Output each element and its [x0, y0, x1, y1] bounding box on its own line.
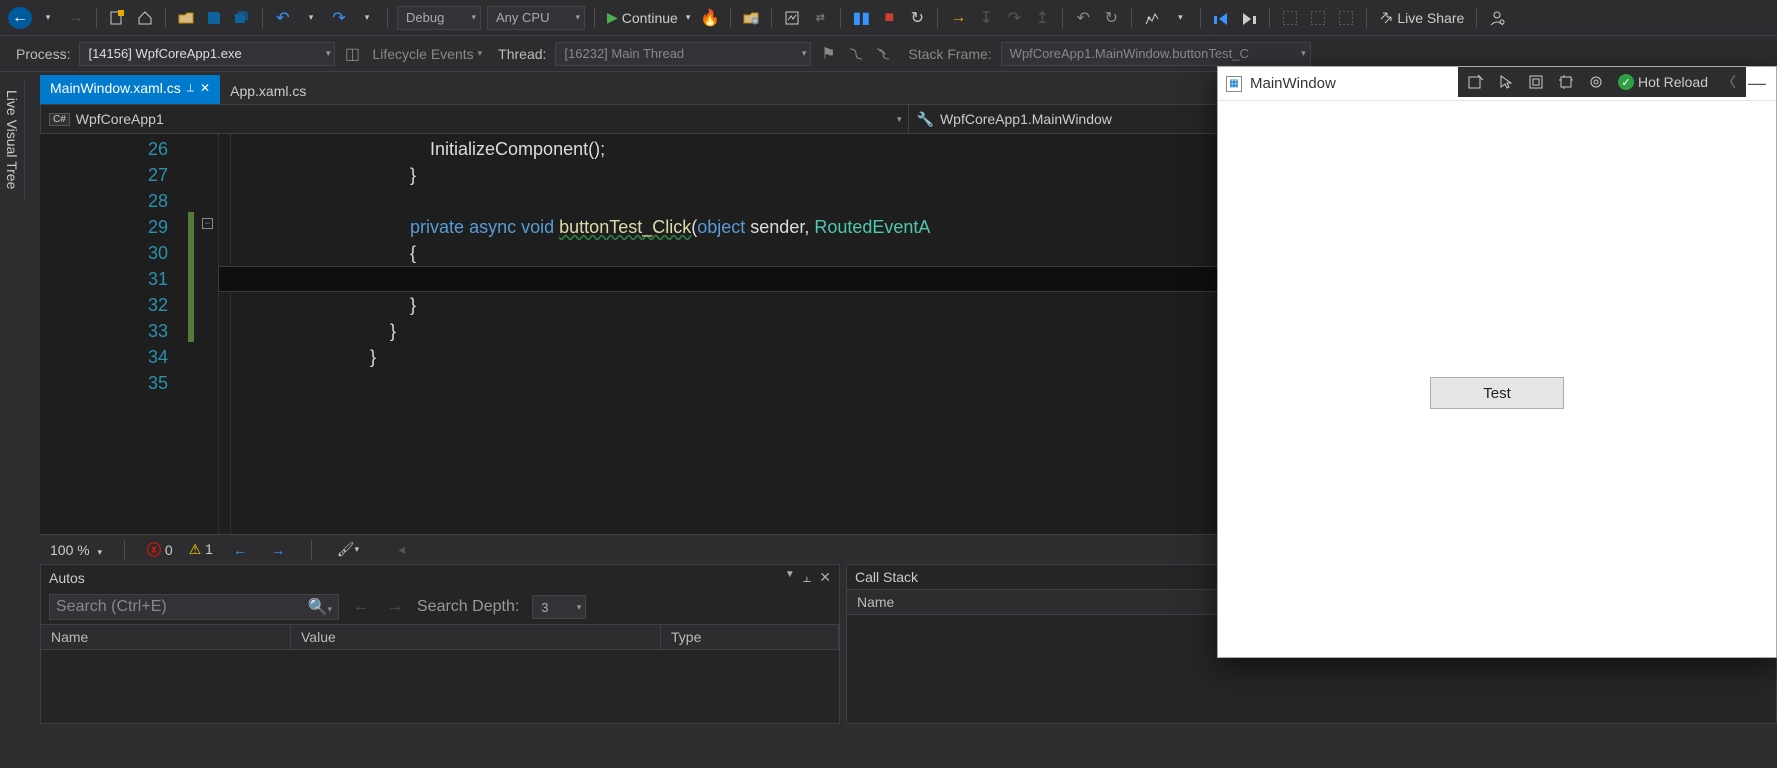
platform-combo[interactable]: Any CPU — [487, 6, 585, 30]
close-icon[interactable]: ✕ — [819, 569, 831, 586]
diag-icon[interactable] — [780, 6, 804, 30]
next-issue-icon[interactable]: → — [267, 542, 289, 558]
brush-icon[interactable]: 🖌▾ — [336, 538, 360, 562]
depth-label: Search Depth: — [417, 598, 519, 616]
tab-mainwindow-cs[interactable]: MainWindow.xaml.cs ⟂ ✕ — [40, 75, 220, 104]
autos-search[interactable]: Search (Ctrl+E) 🔍▾ — [49, 594, 339, 620]
fold-icon[interactable]: − — [202, 218, 213, 229]
threads2-icon[interactable] — [872, 42, 896, 66]
test-button[interactable]: Test — [1430, 377, 1564, 409]
class-icon: 🔧 — [917, 111, 934, 128]
redo-icon[interactable]: ↷ — [327, 6, 351, 30]
panel-title: Call Stack — [855, 569, 918, 585]
search-prev-icon[interactable]: ← — [349, 598, 373, 616]
autos-panel: Autos ▼ ⫠ ✕ Search (Ctrl+E) 🔍▾ ← → Searc… — [40, 564, 840, 724]
step-out-icon[interactable]: ↥ — [1030, 6, 1054, 30]
threads-icon[interactable] — [844, 42, 868, 66]
save-icon[interactable] — [202, 6, 226, 30]
pin-icon[interactable]: ⟂ — [187, 82, 194, 95]
undo2-icon[interactable]: ↶ — [1071, 6, 1095, 30]
layout2-icon[interactable] — [1306, 6, 1330, 30]
process-combo[interactable]: [14156] WpfCoreApp1.exe — [79, 42, 335, 66]
prev-issue-icon[interactable]: ← — [229, 542, 251, 558]
flag-icon[interactable]: ⚑ — [816, 42, 840, 66]
app-icon: ▦ — [1226, 76, 1242, 92]
col-name[interactable]: Name — [41, 625, 291, 649]
nav-back-drop-icon[interactable]: ▾ — [36, 6, 60, 30]
panel-drop-icon[interactable]: ▼ — [785, 569, 795, 586]
depth-combo[interactable]: 3 — [532, 595, 586, 619]
live-share-button[interactable]: Live Share — [1373, 8, 1470, 28]
close-icon[interactable]: ✕ — [200, 81, 210, 95]
undo-icon[interactable]: ↶ — [271, 6, 295, 30]
user-icon[interactable] — [1485, 6, 1509, 30]
col-type[interactable]: Type — [661, 625, 839, 649]
warnings-count[interactable]: ⚠ 1 — [189, 541, 213, 558]
pin-icon[interactable]: ⫠ — [803, 569, 811, 586]
nav-fwd-icon[interactable]: → — [64, 6, 88, 30]
col-value[interactable]: Value — [291, 625, 661, 649]
intelli-drop-icon[interactable]: ▾ — [1168, 6, 1192, 30]
tab-label: App.xaml.cs — [230, 83, 306, 99]
home-icon[interactable] — [133, 6, 157, 30]
restart-icon[interactable]: ↻ — [905, 6, 929, 30]
running-app-window[interactable]: ✓Hot Reload 〈 ▦ MainWindow — Test — [1217, 66, 1777, 658]
collapse-icon[interactable]: 〈 — [1722, 72, 1736, 92]
browse-icon[interactable] — [739, 6, 763, 30]
live-visual-tree-tab[interactable]: Live Visual Tree — [0, 80, 25, 199]
zoom-combo[interactable]: 100 % ▾ — [50, 542, 102, 558]
intellitrace-icon[interactable] — [1140, 6, 1164, 30]
hot-reload-icon[interactable]: 🔥 — [698, 6, 722, 30]
layout3-icon[interactable] — [1334, 6, 1358, 30]
csharp-icon: C# — [49, 113, 70, 126]
stack-label: Stack Frame: — [908, 46, 991, 62]
config-combo[interactable]: Debug — [397, 6, 481, 30]
app-title-text: MainWindow — [1250, 75, 1336, 92]
nav-back-icon[interactable]: ← — [8, 7, 32, 29]
nav-project[interactable]: C#WpfCoreApp1 — [41, 105, 909, 133]
code-content: InitializeComponent(); } private async v… — [180, 134, 930, 534]
search-next-icon[interactable]: → — [383, 598, 407, 616]
redo-drop-icon[interactable]: ▾ — [355, 6, 379, 30]
line-gutter: 26 27 28 29 30 31 32 33 34 35 — [40, 134, 180, 534]
layout1-icon[interactable] — [1278, 6, 1302, 30]
stop-icon[interactable]: ■ — [877, 6, 901, 30]
scroll-left-icon[interactable]: ◂ — [398, 541, 405, 558]
minimize-icon[interactable]: — — [1748, 73, 1766, 94]
lifecycle-button[interactable]: Lifecycle Events ▾ — [366, 44, 488, 64]
layout-icon[interactable] — [1528, 74, 1544, 90]
pause-icon[interactable]: ▮▮ — [849, 6, 873, 30]
step-over-icon[interactable]: ↷ — [1002, 6, 1026, 30]
step-into-icon[interactable]: ↧ — [974, 6, 998, 30]
thread-label: Thread: — [498, 46, 546, 62]
main-toolbar: ← ▾ → ↶ ▾ ↷ ▾ Debug Any CPU ▶Continue▾ 🔥… — [0, 0, 1777, 36]
refresh2-icon[interactable]: ↻ — [1099, 6, 1123, 30]
select-icon[interactable] — [1498, 74, 1514, 90]
open-icon[interactable] — [174, 6, 198, 30]
stack-combo[interactable]: WpfCoreApp1.MainWindow.buttonTest_C — [1001, 42, 1311, 66]
errors-count[interactable]: ⓧ 0 — [147, 540, 173, 560]
step-back-icon[interactable] — [1209, 6, 1233, 30]
thread-combo[interactable]: [16232] Main Thread — [555, 42, 811, 66]
panel-title: Autos — [49, 570, 85, 586]
lifecycle-icon[interactable]: ◫ — [340, 42, 364, 66]
show-next-icon[interactable]: → — [946, 6, 970, 30]
check-icon: ✓ — [1618, 74, 1634, 90]
options-icon[interactable] — [1588, 74, 1604, 90]
continue-button[interactable]: ▶Continue▾ — [601, 7, 696, 28]
save-all-icon[interactable] — [230, 6, 254, 30]
diag-drop-icon[interactable]: ⇄ — [808, 6, 832, 30]
xaml-debug-toolbar: ✓Hot Reload 〈 — [1458, 67, 1746, 97]
new-item-icon[interactable] — [105, 6, 129, 30]
hot-reload-button[interactable]: ✓Hot Reload — [1618, 74, 1708, 90]
track-icon[interactable] — [1558, 74, 1574, 90]
undo-drop-icon[interactable]: ▾ — [299, 6, 323, 30]
tab-app-xaml-cs[interactable]: App.xaml.cs — [220, 78, 316, 104]
process-label: Process: — [16, 46, 70, 62]
step-fwd-icon[interactable] — [1237, 6, 1261, 30]
tab-label: MainWindow.xaml.cs — [50, 80, 181, 96]
tool-icon[interactable] — [1468, 74, 1484, 90]
search-icon[interactable]: 🔍▾ — [308, 597, 332, 617]
